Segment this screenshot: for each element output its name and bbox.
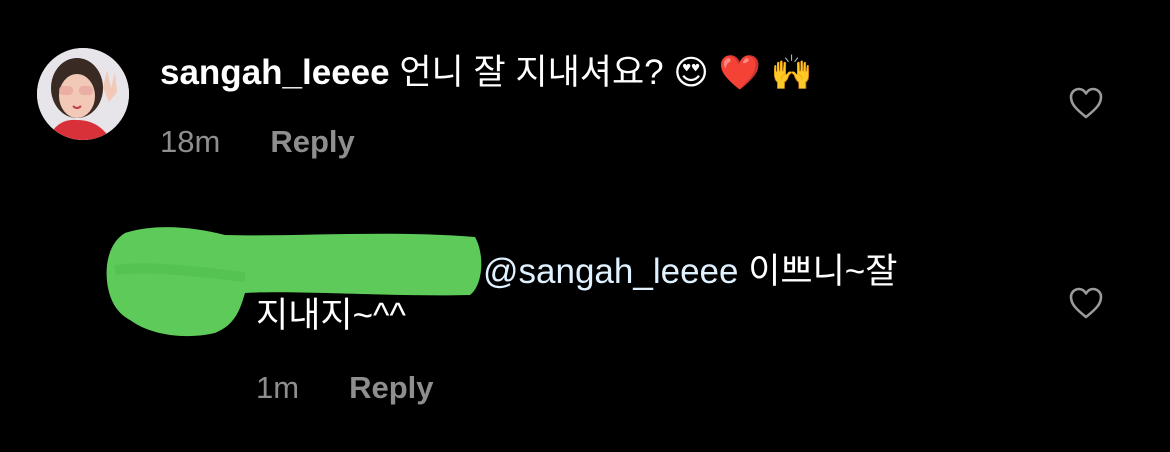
avatar-photo xyxy=(37,48,129,140)
reply-body-part1: 이쁘니~잘 xyxy=(748,252,898,291)
reply-line-1: @sangah_leeee 이쁘니~잘 xyxy=(483,250,897,294)
reply-meta: 1m Reply xyxy=(256,370,434,406)
comment-text: sangah_leeee 언니 잘 지내셔요? 😍 ❤️ 🙌 xyxy=(160,50,813,96)
comment-meta: 18m Reply xyxy=(160,124,355,160)
red-heart-emoji: ❤️ xyxy=(718,53,761,93)
comment-body: 언니 잘 지내셔요? xyxy=(399,53,664,92)
reply-reply-button[interactable]: Reply xyxy=(349,370,433,405)
heart-outline-icon[interactable] xyxy=(1068,86,1104,120)
raising-hands-emoji: 🙌 xyxy=(770,53,813,93)
reply-mention[interactable]: @sangah_leeee xyxy=(483,252,738,291)
reply-body-part2: 지내지~^^ xyxy=(256,296,406,335)
comment-reply-button[interactable]: Reply xyxy=(270,124,354,159)
heart-eyes-emoji: 😍 xyxy=(673,53,709,93)
reply-timestamp: 1m xyxy=(256,370,300,405)
comment-username[interactable]: sangah_leeee xyxy=(160,53,390,92)
heart-outline-icon[interactable] xyxy=(1068,286,1104,320)
comment-timestamp: 18m xyxy=(160,124,221,159)
avatar[interactable] xyxy=(37,48,129,140)
